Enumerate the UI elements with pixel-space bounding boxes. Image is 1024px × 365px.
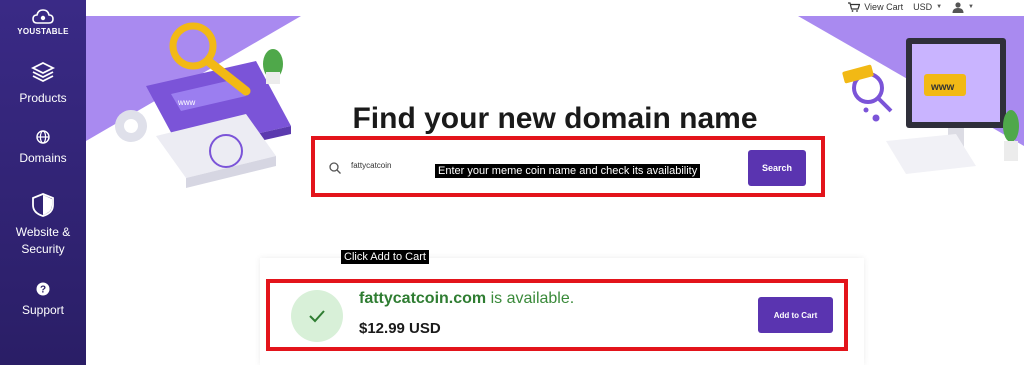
- sidebar-item-label: Domains: [19, 151, 67, 165]
- top-bar: View Cart USD ▼ ▼: [848, 0, 974, 14]
- chevron-down-icon: ▼: [968, 4, 974, 10]
- shield-icon: [32, 193, 54, 217]
- account-menu[interactable]: ▼: [952, 1, 974, 13]
- sidebar: YOUSTABLE Products Domains Website & Sec…: [0, 0, 86, 365]
- cloud-logo-icon: [32, 9, 54, 24]
- search-input[interactable]: fattycatcoin: [351, 161, 391, 170]
- sidebar-item-label: Support: [21, 303, 65, 317]
- domain-name: fattycatcoin.com: [359, 290, 487, 307]
- search-icon: [329, 161, 341, 179]
- view-cart-label: View Cart: [864, 2, 904, 12]
- availability-message: fattycatcoin.com is available.: [359, 290, 574, 308]
- add-to-cart-tooltip: Click Add to Cart: [341, 250, 429, 264]
- svg-text:www: www: [930, 82, 955, 93]
- cart-icon: [848, 2, 861, 12]
- currency-selector[interactable]: USD ▼: [913, 2, 942, 12]
- availability-status: is available.: [486, 290, 575, 307]
- view-cart-link[interactable]: View Cart: [848, 2, 903, 12]
- sidebar-item-label: Website & Security: [15, 225, 71, 256]
- sidebar-item-products[interactable]: Products: [0, 60, 86, 107]
- brand-logo[interactable]: YOUSTABLE: [8, 8, 78, 42]
- sidebar-item-domains[interactable]: Domains: [0, 130, 86, 167]
- logo-text: YOUSTABLE: [17, 27, 69, 36]
- search-tooltip: Enter your meme coin name and check its …: [435, 164, 701, 178]
- help-icon: ?: [36, 282, 50, 296]
- currency-label: USD: [913, 2, 933, 12]
- sidebar-item-label: Products: [19, 91, 67, 105]
- sidebar-item-support[interactable]: ? Support: [0, 282, 86, 319]
- layers-icon: [30, 61, 56, 83]
- svg-text:?: ?: [40, 285, 46, 296]
- globe-icon: [36, 130, 50, 144]
- user-icon: [952, 1, 964, 13]
- checkmark-icon: [309, 310, 325, 323]
- search-button[interactable]: Search: [748, 150, 806, 186]
- hero-banner: www www Find your new domain name: [86, 16, 1024, 231]
- page-title: Find your new domain name: [352, 102, 758, 135]
- add-to-cart-button[interactable]: Add to Cart: [758, 297, 833, 333]
- available-badge: [291, 290, 343, 342]
- chevron-down-icon: ▼: [936, 4, 943, 10]
- sidebar-item-website-security[interactable]: Website & Security: [0, 192, 86, 258]
- domain-price: $12.99 USD: [359, 320, 441, 337]
